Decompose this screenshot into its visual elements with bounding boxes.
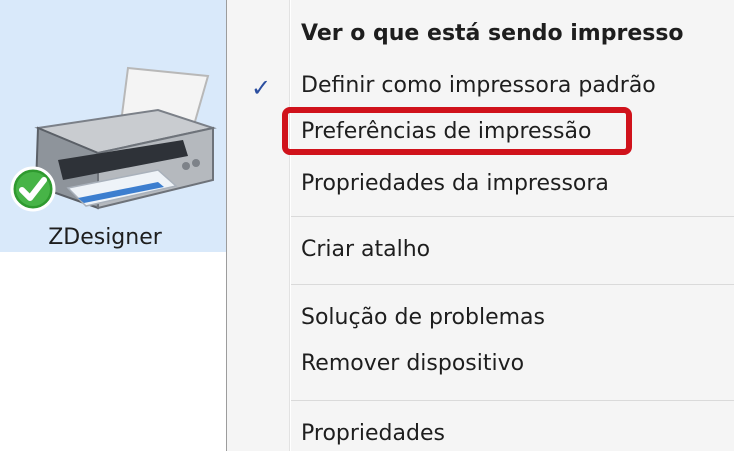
menu-item-see-printing[interactable]: Ver o que está sendo impresso [301, 20, 684, 48]
highlight-box [282, 107, 632, 155]
menu-separator [291, 400, 734, 401]
menu-item-printer-properties[interactable]: Propriedades da impressora [301, 170, 609, 198]
menu-item-remove-device[interactable]: Remover dispositivo [301, 350, 524, 378]
menu-gutter-highlight [290, 0, 291, 451]
check-icon: ✓ [251, 74, 272, 102]
menu-item-set-default[interactable]: Definir como impressora padrão [301, 72, 656, 100]
menu-separator [291, 216, 734, 217]
default-check-icon [10, 166, 56, 212]
printer-label: ZDesigner [48, 225, 162, 250]
menu-item-troubleshoot[interactable]: Solução de problemas [301, 304, 545, 332]
menu-item-create-shortcut[interactable]: Criar atalho [301, 236, 430, 264]
context-menu: Ver o que está sendo impresso ✓ Definir … [226, 0, 734, 451]
printer-tile[interactable]: ZDesigner [0, 0, 226, 252]
menu-item-properties[interactable]: Propriedades [301, 420, 445, 448]
menu-separator [291, 284, 734, 285]
